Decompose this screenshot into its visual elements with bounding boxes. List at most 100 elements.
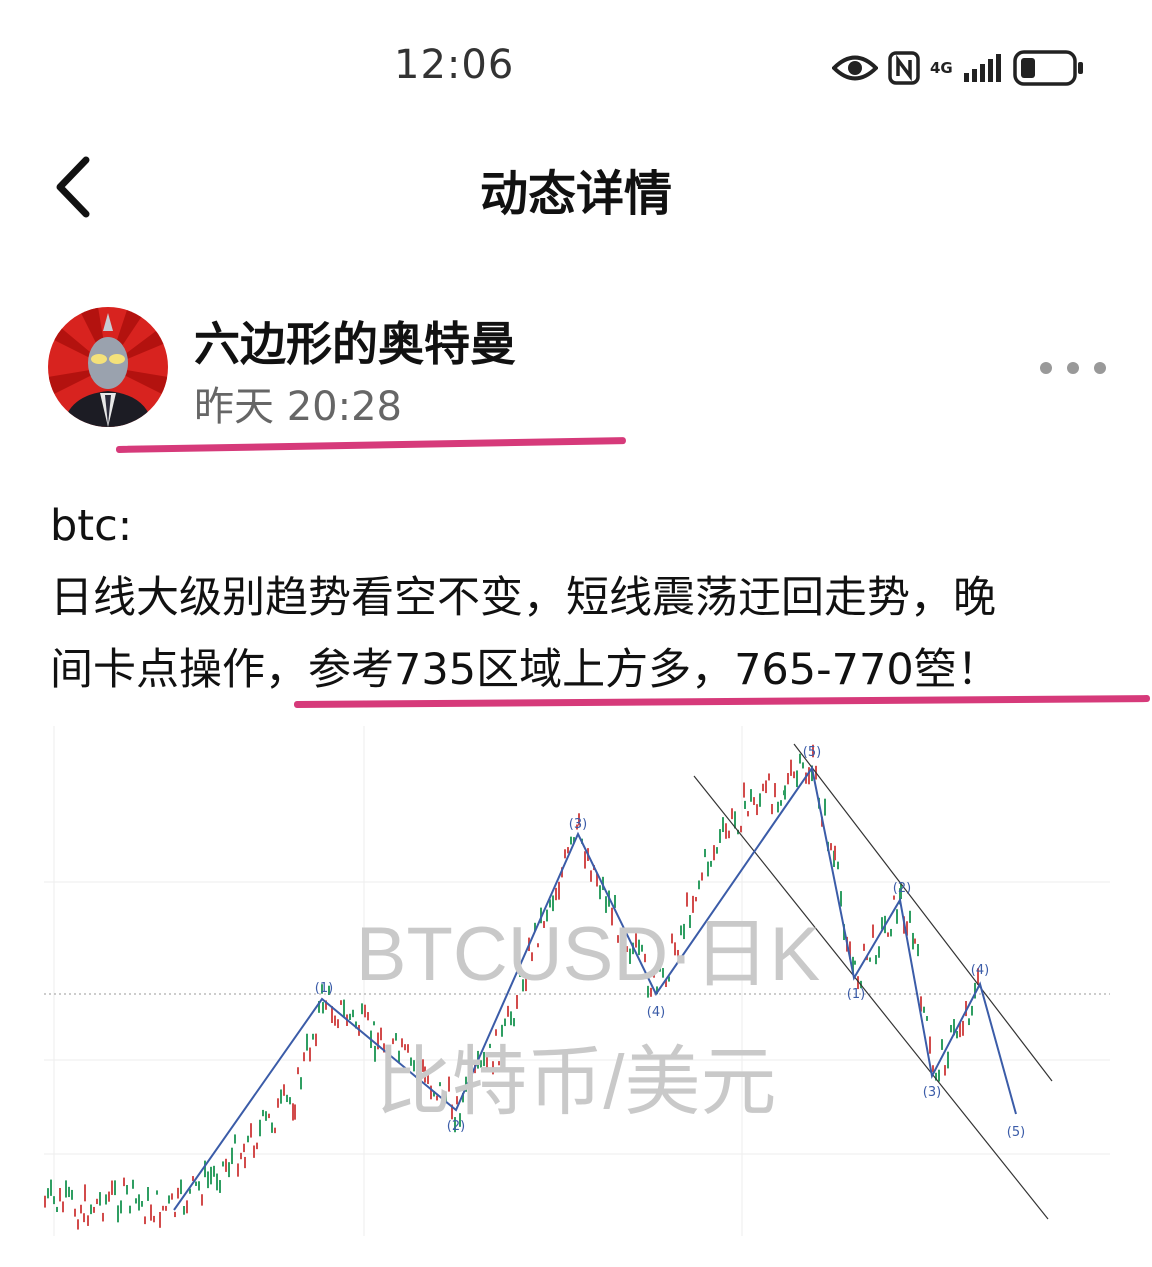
candle <box>971 1005 973 1016</box>
candle <box>44 1195 46 1208</box>
candle <box>896 909 898 924</box>
candle <box>74 1208 76 1217</box>
candle <box>799 753 801 764</box>
candle <box>824 798 826 816</box>
candle <box>352 1009 354 1018</box>
candle <box>99 1192 101 1206</box>
candle <box>343 999 345 1018</box>
candle <box>265 1111 267 1121</box>
candle <box>234 1134 236 1144</box>
candle <box>890 928 892 937</box>
candle <box>756 804 758 816</box>
candle <box>228 1162 230 1178</box>
candle <box>695 896 697 902</box>
highlight-underline-time <box>115 437 626 453</box>
candle <box>854 960 856 965</box>
candle <box>701 872 703 881</box>
candle <box>244 1156 246 1169</box>
candle <box>183 1206 185 1215</box>
more-options-button[interactable] <box>1040 348 1106 388</box>
candle <box>830 843 832 851</box>
candle <box>207 1171 209 1189</box>
candle <box>731 808 733 820</box>
candle <box>840 891 842 907</box>
candle <box>501 1024 503 1037</box>
candle <box>132 1179 134 1189</box>
candle <box>253 1145 255 1158</box>
candle <box>87 1215 89 1226</box>
candle <box>558 881 560 900</box>
candle <box>219 1180 221 1193</box>
candle <box>802 762 804 769</box>
candle <box>126 1184 128 1195</box>
candle <box>105 1194 107 1205</box>
candle <box>950 1024 952 1033</box>
candle <box>513 1018 515 1027</box>
candle <box>243 1143 245 1153</box>
candle <box>567 847 569 854</box>
candle <box>80 1204 82 1214</box>
candle <box>213 1165 215 1177</box>
candle <box>495 1029 497 1036</box>
candle <box>872 924 874 938</box>
candle <box>198 1181 200 1191</box>
candle <box>787 773 789 785</box>
network-type-label: 4G <box>930 59 953 77</box>
wave-label: (4) <box>647 1005 665 1020</box>
candle <box>168 1195 170 1204</box>
more-dots-icon <box>1040 362 1052 374</box>
candle <box>917 944 919 957</box>
candle <box>599 885 601 900</box>
candle <box>123 1177 125 1187</box>
candle <box>259 1119 261 1137</box>
candle <box>129 1205 131 1214</box>
candle <box>65 1180 67 1198</box>
candle <box>909 910 911 923</box>
candle <box>707 861 709 877</box>
candle <box>584 851 586 869</box>
candle <box>84 1184 86 1202</box>
candle <box>162 1205 164 1211</box>
post-text-line: 日线大级别趋势看空不变，短线震荡迂回走势，晚 <box>50 573 996 623</box>
candle <box>784 785 786 800</box>
candle <box>765 780 767 794</box>
candle <box>201 1194 203 1206</box>
candle <box>893 895 895 900</box>
candle <box>361 1003 363 1015</box>
candle <box>144 1216 146 1225</box>
wave-label: (4) <box>971 963 989 978</box>
candle <box>722 817 724 833</box>
candle <box>277 1098 279 1108</box>
candle <box>156 1190 158 1195</box>
candle <box>225 1158 227 1172</box>
candle <box>968 1018 970 1026</box>
candle <box>912 932 914 950</box>
candle <box>186 1200 188 1214</box>
candle <box>744 800 746 809</box>
candle <box>349 1013 351 1020</box>
candle <box>108 1191 110 1202</box>
candle <box>713 845 715 861</box>
candle <box>237 1163 239 1177</box>
avatar[interactable] <box>48 307 168 427</box>
candle <box>762 783 764 792</box>
candle <box>195 1181 197 1186</box>
candle <box>373 1021 375 1026</box>
candle <box>869 957 871 962</box>
candle <box>692 895 694 913</box>
candle <box>274 1127 276 1134</box>
candle <box>914 938 916 944</box>
candle <box>312 1033 314 1040</box>
candle <box>177 1187 179 1199</box>
candle <box>929 1036 931 1054</box>
candle <box>771 803 773 815</box>
candle <box>796 770 798 788</box>
author-name[interactable]: 六边形的奥特曼 <box>194 308 516 374</box>
candle <box>56 1206 58 1213</box>
chart-image[interactable]: (1) (2) (3) (4) (5) (1) (2) (3) (4) (5) BTCUSD·日K… <box>44 716 1110 1246</box>
candle <box>923 1006 925 1013</box>
candle <box>180 1179 182 1195</box>
candle <box>698 880 700 890</box>
wave-label: (1) <box>847 987 865 1002</box>
candle <box>590 870 592 882</box>
